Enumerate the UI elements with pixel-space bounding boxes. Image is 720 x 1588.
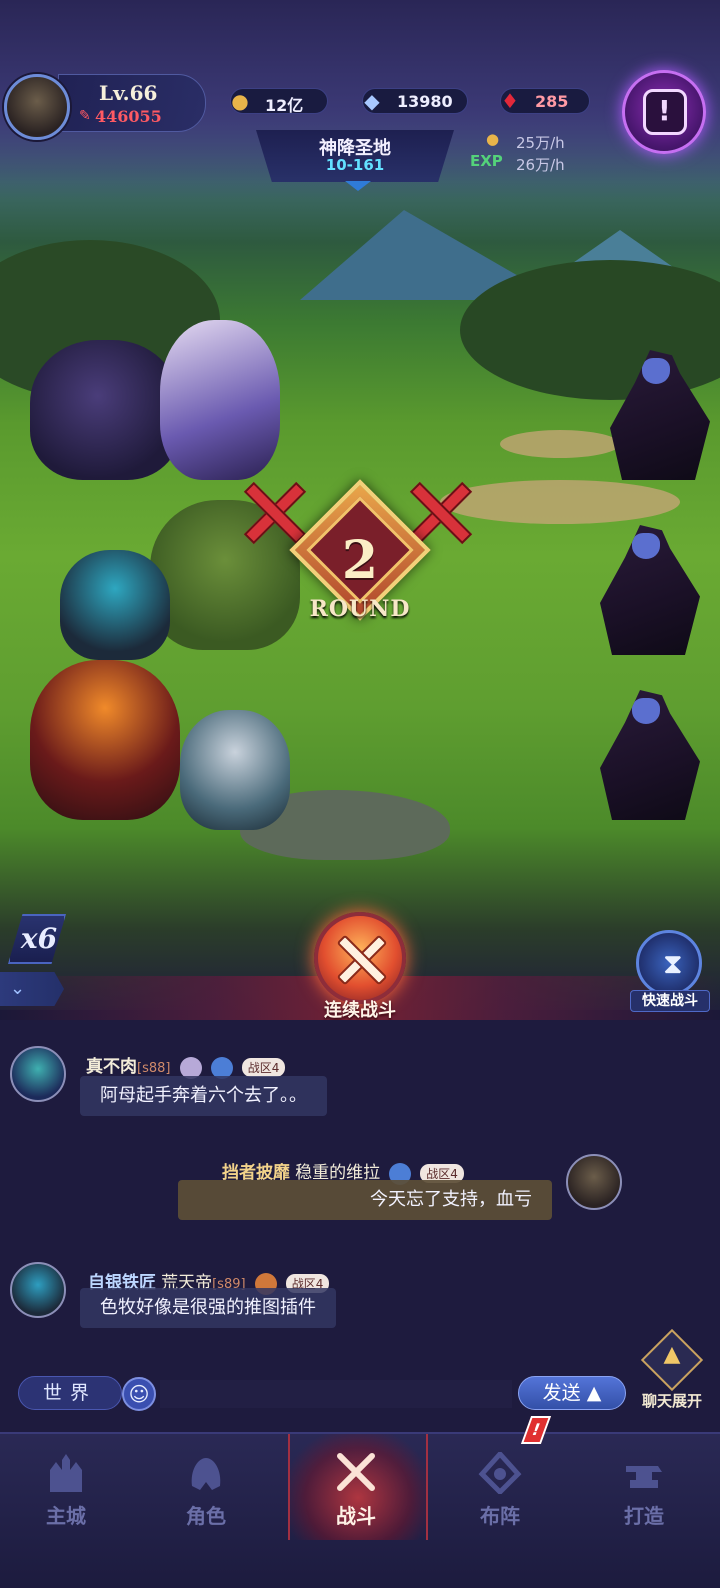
nav-label: 打造 (624, 1504, 664, 1528)
bottom-nav: ! 主城 角色 战斗 布阵 打造 (0, 1416, 720, 1588)
sender-server: [s88] (137, 1061, 171, 1076)
nav-label: 主城 (46, 1504, 86, 1528)
channel-select[interactable]: 世界 (18, 1376, 122, 1410)
hero-archer (160, 320, 280, 480)
quest-button[interactable] (622, 70, 706, 154)
round-badge: 2 ROUND (289, 479, 431, 636)
nav-forge[interactable]: 打造 (584, 1444, 704, 1534)
formation-icon (478, 1452, 522, 1494)
continuous-battle-label: 连续战斗 (324, 1000, 396, 1021)
round-label: ROUND (309, 596, 411, 622)
quick-battle-label: 快速战斗 (630, 990, 710, 1012)
zone-tag: 战区4 (241, 1058, 286, 1077)
diamond-counter[interactable]: ◆ 13980 (362, 88, 468, 114)
anvil-icon (626, 1466, 662, 1488)
gold-counter[interactable]: ● 12亿 (230, 88, 328, 115)
crossed-swords-icon (332, 930, 388, 986)
chat-panel: 真不肉[s88] 战区4 阿母起手奔着六个去了。。 挡者披靡 稳重的维拉 战区4… (0, 1020, 720, 1432)
gold-coin-icon: ● (486, 130, 500, 148)
player-level: Lv.66 (99, 81, 158, 105)
dirt-patch (440, 480, 680, 524)
enemy-face (642, 358, 670, 384)
enemy-vampire (600, 525, 700, 655)
chevron-up-icon: ▲ (663, 1342, 681, 1367)
stage-panel[interactable]: 神降圣地 10-161 (256, 130, 454, 182)
chat-message: 挡者披靡 稳重的维拉 战区4 今天忘了支持，血亏 (0, 1130, 720, 1240)
chat-bubble: 阿母起手奔着六个去了。。 (80, 1076, 327, 1116)
dirt-patch (500, 430, 620, 458)
nav-label: 布阵 (480, 1504, 520, 1528)
hero-swordsman (60, 550, 170, 660)
castle-icon (50, 1454, 82, 1492)
top-hud: Lv.66 ✎ 446055 ● 12亿 ◆ 13980 ♦ 285 神降圣地 … (0, 68, 720, 191)
exp-rate: 26万/h (516, 156, 565, 174)
quest-scroll-icon (643, 89, 687, 135)
stage-number: 10-161 (325, 156, 385, 174)
player-avatar[interactable] (4, 74, 70, 140)
avatar[interactable] (10, 1262, 66, 1318)
hourglass-icon: ⧗ (663, 947, 683, 980)
hero-fire-mage (30, 660, 180, 820)
nav-battle[interactable]: 战斗 (296, 1444, 416, 1534)
chat-bubble: 色牧好像是很强的推图插件 (80, 1288, 336, 1328)
red-gem-counter[interactable]: ♦ 285 (500, 88, 590, 114)
avatar[interactable] (10, 1046, 66, 1102)
level-panel[interactable]: Lv.66 ✎ 446055 (58, 74, 206, 132)
chat-bubble: 今天忘了支持，血亏 (178, 1180, 552, 1220)
nav-label: 角色 (186, 1504, 226, 1528)
avatar[interactable] (566, 1154, 622, 1210)
continuous-battle-button[interactable]: 连续战斗 (300, 912, 420, 1032)
gold-value: 12亿 (265, 96, 304, 115)
hero-valkyrie (180, 710, 290, 830)
round-number: 2 (341, 530, 379, 591)
sender-name[interactable]: 真不肉 (86, 1057, 137, 1077)
chevron-down-icon (345, 181, 371, 191)
gold-rate-row: ● 25万/h (470, 130, 590, 152)
exp-rate-row: EXP 26万/h (470, 152, 590, 174)
gold-coin-icon: ● (231, 89, 249, 113)
enemy-vampire (600, 690, 700, 820)
diamond-value: 13980 (397, 92, 453, 111)
chat-message: 真不肉[s88] 战区4 阿母起手奔着六个去了。。 (0, 1020, 720, 1130)
player-power: 446055 (95, 107, 162, 126)
crossed-swords-icon (337, 1453, 375, 1491)
helmet-icon (191, 1458, 221, 1490)
hourglass-circle: ⧗ (636, 930, 702, 996)
diamond-icon: ◆ (364, 89, 380, 113)
send-button[interactable]: 发送 ▲ (518, 1376, 626, 1410)
send-label: 发送 (542, 1382, 581, 1404)
exp-label: EXP (470, 152, 503, 170)
chat-input[interactable] (160, 1380, 512, 1408)
expand-chat-button[interactable]: ▲ 聊天展开 (628, 1328, 716, 1418)
collapse-toggle[interactable]: ⌄ (0, 972, 64, 1006)
power-icon: ✎ (79, 108, 91, 124)
hero-beast (30, 340, 180, 480)
quick-battle-button[interactable]: ⧗ 快速战斗 (630, 930, 710, 1014)
nav-main-city[interactable]: 主城 (6, 1444, 126, 1534)
enemy-face (632, 533, 660, 559)
chat-message: 自银铁匠 荒天帝[s89] 战区4 色牧好像是很强的推图插件 (0, 1240, 720, 1350)
idle-rate-panel: ● 25万/h EXP 26万/h (470, 130, 590, 176)
gold-rate: 25万/h (516, 134, 565, 152)
nav-formation[interactable]: 布阵 (440, 1444, 560, 1534)
expand-chat-label: 聊天展开 (641, 1392, 702, 1410)
nav-label: 战斗 (336, 1504, 376, 1528)
emoji-icon[interactable]: ☺ (122, 1377, 156, 1411)
nav-character[interactable]: 角色 (146, 1444, 266, 1534)
chevron-down-icon: ⌄ (10, 978, 26, 999)
chat-input-row: 世界 ☺ 发送 ▲ (0, 1360, 720, 1420)
red-gem-icon: ♦ (501, 89, 519, 113)
chat-message-header: 真不肉[s88] 战区4 (86, 1052, 286, 1079)
red-gem-value: 285 (535, 92, 569, 111)
enemy-face (632, 698, 660, 724)
